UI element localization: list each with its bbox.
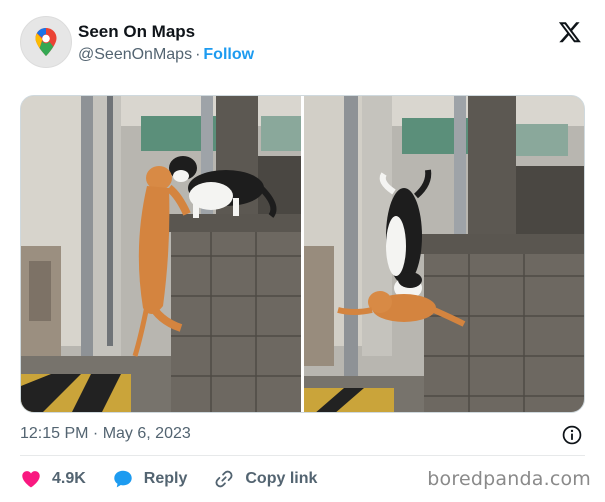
info-icon[interactable] (561, 424, 583, 446)
avatar[interactable] (20, 16, 72, 68)
author-handle-row: @SeenOnMaps · Follow (78, 45, 254, 65)
divider (20, 455, 585, 456)
tweet-timestamp[interactable]: 12:15 PM · May 6, 2023 (20, 424, 191, 444)
follow-button[interactable]: Follow (203, 46, 254, 63)
like-button[interactable]: 4.9K (20, 468, 86, 490)
google-maps-pin-icon (35, 28, 57, 56)
tweet-actions: 4.9K Reply Copy link (20, 466, 343, 492)
author-handle[interactable]: @SeenOnMaps (78, 46, 192, 63)
author-display-name[interactable]: Seen On Maps (78, 22, 254, 42)
reply-button[interactable]: Reply (112, 468, 188, 490)
heart-icon (22, 471, 40, 488)
author-info: Seen On Maps @SeenOnMaps · Follow (78, 22, 254, 65)
copy-link-label: Copy link (245, 470, 318, 487)
separator-dot: · (195, 46, 201, 63)
tweet-card: Seen On Maps @SeenOnMaps · Follow 12:15 … (0, 0, 605, 502)
photo-cats-fight[interactable] (304, 96, 584, 412)
tweet-meta: 12:15 PM · May 6, 2023 (20, 424, 585, 446)
copy-link-button[interactable]: Copy link (213, 468, 317, 490)
like-count: 4.9K (52, 470, 86, 487)
reply-label: Reply (143, 470, 188, 487)
link-icon (215, 470, 233, 488)
x-logo-icon[interactable] (558, 20, 582, 44)
speech-bubble-icon (114, 470, 132, 488)
tweet-header: Seen On Maps @SeenOnMaps · Follow (20, 16, 590, 72)
photo-cats-ledge[interactable] (21, 96, 301, 412)
tweet-media[interactable] (20, 95, 585, 413)
watermark: boredpanda.com (427, 468, 591, 490)
